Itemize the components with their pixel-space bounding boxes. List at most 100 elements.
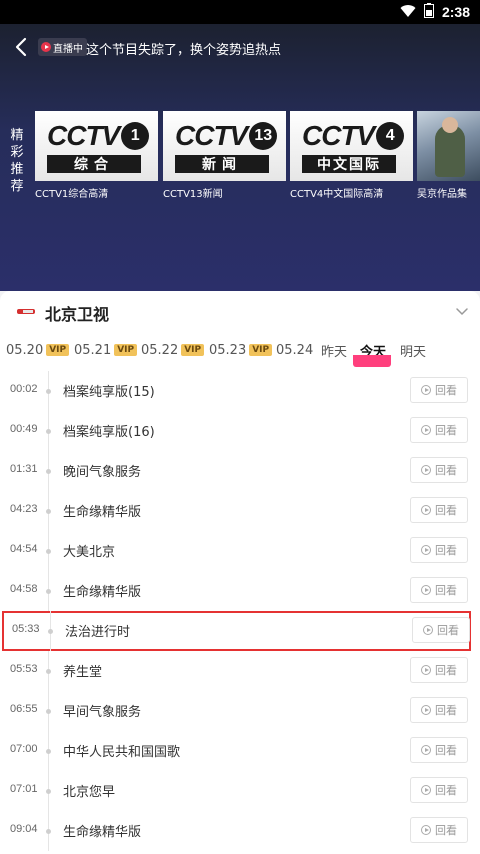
replay-button[interactable]: 回看 [410,657,468,683]
replay-button[interactable]: 回看 [410,817,468,843]
program-title: 法治进行时 [65,625,131,640]
channel-logo [17,309,35,314]
recommend-card-cctv1[interactable]: CCTV 1 综合 CCTV1综合高清 [35,111,158,200]
channel-subtitle: 新闻 [175,155,269,173]
replay-button[interactable]: 回看 [412,617,470,643]
cctv13-logo: CCTV 13 新闻 [163,111,286,181]
player-area: 直播中 这个节目失踪了，换个姿势追热点 精彩推荐 CCTV 1 综合 CCTV1综… [0,24,480,291]
timeline-dot [46,749,51,754]
active-tab-indicator [353,355,391,367]
replay-label: 回看 [435,384,457,397]
replay-button[interactable]: 回看 [410,697,468,723]
date-label: 05.20 [6,342,44,358]
replay-label: 回看 [435,464,457,477]
program-row[interactable]: 06:55 早间气象服务 回看 [0,691,480,731]
program-title: 养生堂 [63,665,103,680]
replay-button[interactable]: 回看 [410,537,468,563]
program-title: 早间气象服务 [63,705,142,720]
program-row[interactable]: 00:49 档案纯享版(16) 回看 [0,411,480,451]
replay-label: 回看 [435,664,457,677]
program-title: 北京您早 [63,785,116,800]
replay-icon [421,585,431,595]
program-list[interactable]: 00:02 档案纯享版(15) 回看 00:49 档案纯享版(16) 回看 01:31 晚间气… [0,371,480,854]
recommend-label: 精彩推荐 [10,128,24,194]
program-row[interactable]: 04:23 生命缘精华版 回看 [0,491,480,531]
cctv-wordmark: CCTV [175,120,248,151]
live-badge: 直播中 [38,38,87,56]
replay-icon [421,745,431,755]
recommend-card-wujing[interactable]: 吴京作品集 [417,111,480,200]
card-title: CCTV1综合高清 [35,189,109,200]
program-title: 大美北京 [63,545,116,560]
program-row[interactable]: 04:54 大美北京 回看 [0,531,480,571]
battery-icon [423,2,434,22]
timeline-dot [46,429,51,434]
tab-date-0521[interactable]: 05.21 VIP [74,339,138,361]
replay-icon [421,665,431,675]
tab-date-0523[interactable]: 05.23 VIP [209,339,273,361]
program-time: 09:04 [10,823,38,835]
vip-badge: VIP [46,344,70,356]
recommend-carousel[interactable]: CCTV 1 综合 CCTV1综合高清 CCTV 13 新闻 CCTV13新闻 CC… [35,111,480,201]
replay-icon [421,505,431,515]
program-row[interactable]: 01:31 晚间气象服务 回看 [0,451,480,491]
program-title: 档案纯享版(16) [63,425,155,440]
date-label: 05.22 [141,342,179,358]
program-time: 07:00 [10,743,38,755]
date-label: 05.24 [276,342,314,358]
cctv1-logo: CCTV 1 综合 [35,111,158,181]
clock: 2:38 [441,4,470,20]
replay-button[interactable]: 回看 [410,497,468,523]
date-label: 05.23 [209,342,247,358]
card-title: CCTV13新闻 [163,189,223,200]
tab-date-0520[interactable]: 05.20 VIP [6,339,70,361]
expand-channel-button[interactable] [454,303,470,319]
replay-label: 回看 [435,504,457,517]
back-button[interactable] [10,33,34,61]
program-time: 01:31 [10,463,38,475]
card-title: CCTV4中文国际高清 [290,189,384,200]
status-bar: 2:38 [0,0,480,24]
top-bar: 直播中 这个节目失踪了，换个姿势追热点 [0,30,480,64]
recommend-card-cctv4[interactable]: CCTV 4 中文国际 CCTV4中文国际高清 [290,111,413,200]
replay-icon [421,825,431,835]
program-row[interactable]: 07:00 中华人民共和国国歌 回看 [0,731,480,771]
timeline-dot [46,469,51,474]
cctv4-logo: CCTV 4 中文国际 [290,111,413,181]
replay-label: 回看 [435,544,457,557]
channel-name: 北京卫视 [45,305,110,324]
program-time: 05:53 [10,663,38,675]
replay-icon [421,425,431,435]
program-row[interactable]: 07:01 北京您早 回看 [0,771,480,811]
replay-button[interactable]: 回看 [410,417,468,443]
replay-label: 回看 [435,784,457,797]
timeline-dot [46,789,51,794]
replay-button[interactable]: 回看 [410,377,468,403]
tab-yesterday[interactable]: 昨天 [321,339,347,361]
channel-header: 北京卫视 [0,291,480,331]
replay-icon [421,545,431,555]
program-row[interactable]: 00:02 档案纯享版(15) 回看 [0,371,480,411]
timeline-dot [46,509,51,514]
program-row[interactable]: 05:53 养生堂 回看 [0,651,480,691]
tab-date-0524[interactable]: 05.24 [276,339,313,361]
timeline-dot [46,389,51,394]
program-row[interactable]: 09:04 生命缘精华版 回看 [0,811,480,851]
live-badge-label: 直播中 [53,43,83,55]
replay-button[interactable]: 回看 [410,777,468,803]
tab-tomorrow[interactable]: 明天 [400,339,426,361]
wujing-poster [417,111,480,181]
replay-button[interactable]: 回看 [410,457,468,483]
program-title: 中华人民共和国国歌 [63,745,181,760]
tab-date-0522[interactable]: 05.22 VIP [141,339,205,361]
cctv-wordmark: CCTV [302,120,375,151]
replay-button[interactable]: 回看 [410,737,468,763]
channel-subtitle: 中文国际 [302,155,396,173]
recommend-card-cctv13[interactable]: CCTV 13 新闻 CCTV13新闻 [163,111,286,200]
program-row[interactable]: 05:33 法治进行时 回看 [2,611,471,651]
replay-label: 回看 [437,624,459,637]
program-title: 生命缘精华版 [63,505,142,520]
replay-button[interactable]: 回看 [410,577,468,603]
program-row[interactable]: 04:58 生命缘精华版 回看 [0,571,480,611]
channel-number: 13 [249,122,278,150]
